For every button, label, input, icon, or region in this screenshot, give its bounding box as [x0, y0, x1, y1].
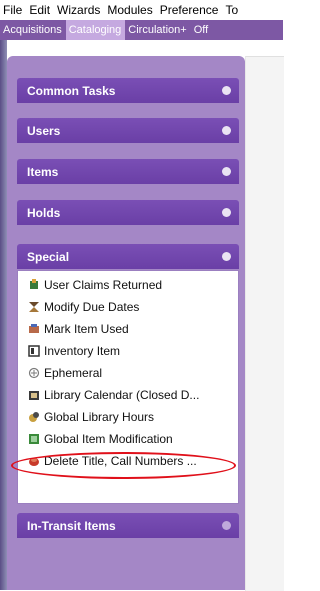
task-global-library-hours[interactable]: Global Library Hours — [28, 407, 154, 427]
expand-icon[interactable] — [222, 126, 231, 135]
task-inventory-item[interactable]: Inventory Item — [28, 341, 120, 361]
task-label: Ephemeral — [44, 366, 103, 380]
section-label: Users — [27, 123, 61, 138]
section-special[interactable]: Special — [17, 244, 239, 269]
task-user-claims-returned[interactable]: User Claims Returned — [28, 275, 162, 295]
expand-icon[interactable] — [222, 86, 231, 95]
task-global-item-modification[interactable]: Global Item Modification — [28, 429, 173, 449]
section-users[interactable]: Users — [17, 118, 239, 143]
module-circulation[interactable]: Circulation+ — [125, 20, 190, 40]
task-library-calendar[interactable]: Library Calendar (Closed D... — [28, 385, 199, 405]
menu-bar: File Edit Wizards Modules Preference To — [0, 0, 283, 20]
section-label: Common Tasks — [27, 83, 116, 98]
menu-wizards[interactable]: Wizards — [54, 3, 104, 17]
mark-item-used-icon — [28, 323, 40, 335]
expand-icon[interactable] — [222, 521, 231, 530]
task-label: User Claims Returned — [44, 278, 163, 292]
module-off[interactable]: Off — [191, 20, 212, 40]
module-acquisitions[interactable]: Acquisitions — [0, 20, 66, 40]
task-modify-due-dates[interactable]: Modify Due Dates — [28, 297, 139, 317]
section-items[interactable]: Items — [17, 159, 239, 184]
module-bar: Acquisitions Cataloging Circulation+ Off — [0, 20, 283, 40]
global-item-modification-icon — [28, 433, 40, 445]
menu-file[interactable]: File — [0, 3, 26, 17]
section-label: Special — [27, 249, 70, 264]
section-label: Holds — [27, 205, 61, 220]
task-label: Inventory Item — [44, 344, 121, 358]
section-label: Items — [27, 164, 59, 179]
expand-icon[interactable] — [222, 167, 231, 176]
modify-due-dates-icon — [28, 301, 40, 313]
main-content-area — [245, 56, 284, 591]
task-label: Global Library Hours — [44, 410, 155, 424]
window-edge — [0, 40, 7, 590]
global-library-hours-icon — [28, 411, 40, 423]
menu-modules[interactable]: Modules — [104, 3, 156, 17]
section-in-transit-items[interactable]: In-Transit Items — [17, 513, 239, 538]
ephemeral-icon — [28, 367, 40, 379]
module-cataloging[interactable]: Cataloging — [65, 20, 126, 40]
section-common-tasks[interactable]: Common Tasks — [17, 78, 239, 103]
section-holds[interactable]: Holds — [17, 200, 239, 225]
task-mark-item-used[interactable]: Mark Item Used — [28, 319, 129, 339]
user-claims-icon — [28, 279, 40, 291]
expand-icon[interactable] — [222, 208, 231, 217]
menu-edit[interactable]: Edit — [26, 3, 54, 17]
task-ephemeral[interactable]: Ephemeral — [28, 363, 102, 383]
task-label: Delete Title, Call Numbers ... — [44, 454, 197, 468]
section-label: In-Transit Items — [27, 518, 116, 533]
library-calendar-icon — [28, 389, 40, 401]
task-delete-title[interactable]: Delete Title, Call Numbers ... — [28, 451, 197, 471]
delete-title-icon — [28, 455, 40, 467]
task-label: Modify Due Dates — [44, 300, 140, 314]
inventory-item-icon — [28, 345, 40, 357]
special-task-list: User Claims Returned Modify Due Dates Ma… — [17, 270, 239, 504]
task-label: Mark Item Used — [44, 322, 129, 336]
task-label: Library Calendar (Closed D... — [44, 388, 200, 402]
collapse-icon[interactable] — [222, 252, 231, 261]
menu-preference[interactable]: Preference — [157, 3, 223, 17]
menu-tools[interactable]: To — [222, 3, 242, 17]
task-label: Global Item Modification — [44, 432, 173, 446]
